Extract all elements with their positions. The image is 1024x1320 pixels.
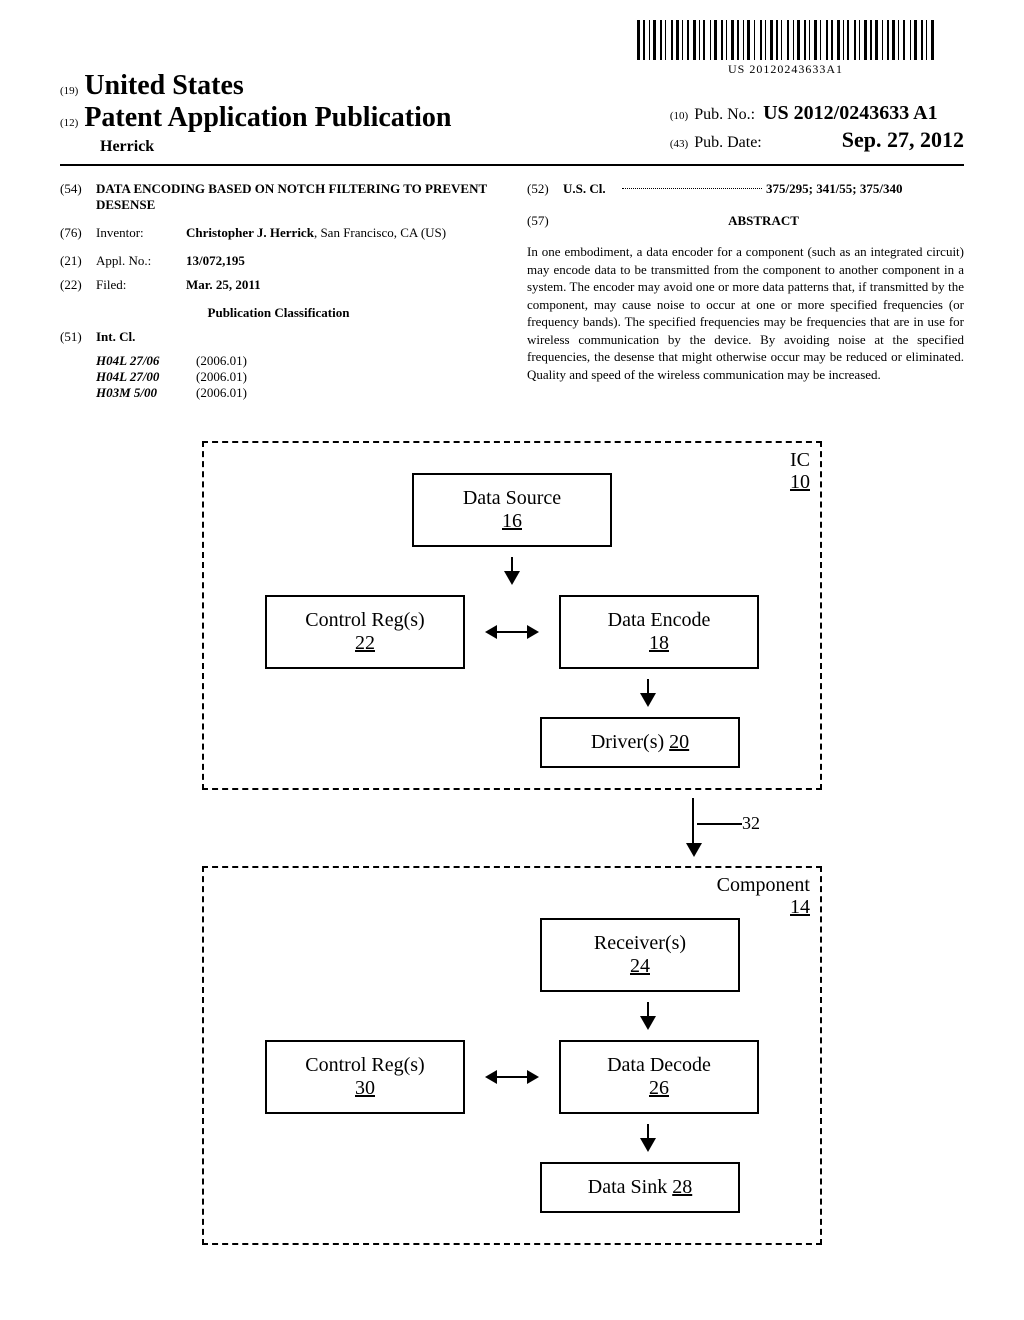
ic-box: IC 10 Data Source 16 Control Reg(s) 22 D… bbox=[202, 441, 822, 790]
interconnect-num: 32 bbox=[742, 813, 760, 834]
appl-no-value: 13/072,195 bbox=[186, 253, 245, 269]
filed-label: Filed: bbox=[96, 277, 186, 293]
intcl-year-0: (2006.01) bbox=[196, 353, 247, 369]
intcl-code-1: H04L 27/00 bbox=[96, 369, 196, 385]
intcl-year-2: (2006.01) bbox=[196, 385, 247, 401]
control-reg1-block: Control Reg(s) 22 bbox=[265, 595, 465, 669]
bidirectional-arrow-icon bbox=[485, 1070, 539, 1084]
pub-no-label: Pub. No.: bbox=[694, 106, 755, 124]
patent-header: (19) United States (12) Patent Applicati… bbox=[60, 70, 964, 166]
ic-label: IC 10 bbox=[790, 449, 810, 493]
barcode-area: US 20120243633A1 bbox=[637, 20, 934, 77]
component-label: Component 14 bbox=[717, 874, 810, 918]
inventor-loc: , San Francisco, CA (US) bbox=[314, 225, 446, 240]
control-reg2-block: Control Reg(s) 30 bbox=[265, 1040, 465, 1114]
inventor-label: Inventor: bbox=[96, 225, 186, 241]
country: United States bbox=[84, 70, 243, 102]
code-52: (52) bbox=[527, 181, 563, 197]
bibliographic-columns: (54) DATA ENCODING BASED ON NOTCH FILTER… bbox=[60, 181, 964, 401]
intcl-year-1: (2006.01) bbox=[196, 369, 247, 385]
code-10: (10) bbox=[670, 110, 688, 122]
invention-title: DATA ENCODING BASED ON NOTCH FILTERING T… bbox=[96, 181, 497, 213]
inventor-name: Christopher J. Herrick bbox=[186, 225, 314, 240]
code-12: (12) bbox=[60, 117, 78, 129]
classification-title: Publication Classification bbox=[60, 305, 497, 321]
drivers-block: Driver(s) 20 bbox=[540, 717, 740, 768]
intcl-label: Int. Cl. bbox=[96, 329, 135, 345]
code-43: (43) bbox=[670, 138, 688, 150]
uscl-dots bbox=[622, 181, 762, 189]
bidirectional-arrow-icon bbox=[485, 625, 539, 639]
publication-type: Patent Application Publication bbox=[84, 102, 451, 134]
uscl-value: 375/295; 341/55; 375/340 bbox=[766, 181, 903, 197]
abstract-heading: ABSTRACT bbox=[563, 213, 964, 229]
data-encode-block: Data Encode 18 bbox=[559, 595, 759, 669]
left-column: (54) DATA ENCODING BASED ON NOTCH FILTER… bbox=[60, 181, 497, 401]
receivers-block: Receiver(s) 24 bbox=[540, 918, 740, 992]
code-54: (54) bbox=[60, 181, 96, 213]
barcode-text: US 20120243633A1 bbox=[637, 62, 934, 77]
code-19: (19) bbox=[60, 85, 78, 97]
figure-diagram: IC 10 Data Source 16 Control Reg(s) 22 D… bbox=[202, 441, 822, 1245]
code-57: (57) bbox=[527, 213, 563, 235]
uscl-label: U.S. Cl. bbox=[563, 181, 618, 197]
abstract-body: In one embodiment, a data encoder for a … bbox=[527, 243, 964, 383]
appl-no-label: Appl. No.: bbox=[96, 253, 186, 269]
intcl-code-0: H04L 27/06 bbox=[96, 353, 196, 369]
pub-date-value: Sep. 27, 2012 bbox=[842, 127, 964, 153]
code-76: (76) bbox=[60, 225, 96, 241]
pub-no-value: US 2012/0243633 A1 bbox=[763, 102, 937, 125]
data-source-block: Data Source 16 bbox=[412, 473, 612, 547]
code-22: (22) bbox=[60, 277, 96, 293]
code-51: (51) bbox=[60, 329, 96, 345]
data-decode-block: Data Decode 26 bbox=[559, 1040, 759, 1114]
barcode-graphic bbox=[637, 20, 934, 60]
intcl-code-2: H03M 5/00 bbox=[96, 385, 196, 401]
interconnect-area: 32 bbox=[202, 798, 822, 858]
component-box: Component 14 Receiver(s) 24 Control Reg(… bbox=[202, 866, 822, 1245]
filed-date: Mar. 25, 2011 bbox=[186, 277, 261, 293]
right-column: (52) U.S. Cl. 375/295; 341/55; 375/340 (… bbox=[527, 181, 964, 401]
pub-date-label: Pub. Date: bbox=[694, 134, 762, 152]
code-21: (21) bbox=[60, 253, 96, 269]
data-sink-block: Data Sink 28 bbox=[540, 1162, 740, 1213]
author-surname: Herrick bbox=[100, 138, 451, 156]
